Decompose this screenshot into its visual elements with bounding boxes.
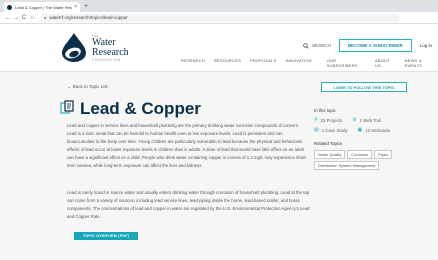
- tool-icon: ⚙: [352, 117, 357, 123]
- water-drop-logo-icon[interactable]: [60, 32, 88, 62]
- search-icon: [303, 42, 309, 49]
- logo-foundation: FOUNDATION: [92, 58, 121, 62]
- stat-row: ⚲ 23 Projects ⚙ 1 Web Tool: [314, 117, 424, 123]
- nav-about-us[interactable]: ABOUT US: [375, 58, 396, 68]
- reload-icon[interactable]: C: [20, 15, 28, 21]
- nav-resources[interactable]: RESOURCES: [214, 58, 241, 68]
- tag-distribution-system-management[interactable]: Distribution System Management: [314, 161, 380, 170]
- new-tab-button[interactable]: +: [84, 2, 88, 12]
- topic-sidebar: In this topic ⚲ 23 Projects ⚙ 1 Web Tool…: [314, 108, 424, 170]
- source-paragraph: Lead is rarely found in source water and…: [67, 190, 310, 219]
- url-text: waterrf.org/research/topics/lead-copper: [49, 15, 128, 20]
- stat-case-study[interactable]: ▤ 1 Case Study: [314, 127, 348, 133]
- lock-icon: ●: [44, 15, 47, 20]
- address-bar[interactable]: ● waterrf.org/research/topics/lead-coppe…: [40, 13, 400, 22]
- browser-tabbar: Lead & Copper | The Water Rese... × +: [0, 0, 438, 12]
- login-link[interactable]: Log in: [420, 43, 432, 48]
- search-label: SEARCH: [312, 43, 331, 48]
- subscribe-button[interactable]: BECOME A SUBSCRIBER: [338, 39, 412, 52]
- site-logo[interactable]: THE Water Research FOUNDATION: [92, 35, 129, 63]
- case-study-icon: ▤: [314, 127, 319, 133]
- browser-tab[interactable]: Lead & Copper | The Water Rese... ×: [4, 2, 80, 12]
- related-topics-heading: Related Topics: [314, 141, 343, 146]
- page-title: Lead & Copper: [80, 99, 201, 118]
- login-to-follow-button[interactable]: LOGIN TO FOLLOW THIS TOPIC: [321, 82, 407, 92]
- stat-projects[interactable]: ⚲ 23 Projects: [314, 117, 342, 123]
- nav-news-events[interactable]: NEWS & EVENTS: [405, 58, 438, 68]
- nav-research[interactable]: RESEARCH: [181, 58, 205, 68]
- stat-label: 1 Web Tool: [359, 117, 381, 123]
- tag-water-quality[interactable]: Water Quality: [314, 150, 346, 159]
- projects-icon: ⚲: [314, 117, 318, 123]
- intro-paragraph: Lead and copper in service lines and hou…: [67, 123, 308, 168]
- logo-research: Research: [92, 47, 129, 58]
- main-nav: RESEARCH RESOURCES PROPOSALS INNOVATION …: [181, 58, 438, 68]
- nav-secondary: OUR SUBSCRIBERS ABOUT US NEWS & EVENTS: [327, 58, 438, 68]
- back-arrow-icon[interactable]: ←: [4, 15, 12, 21]
- nav-proposals[interactable]: PROPOSALS: [250, 58, 276, 68]
- tag-corrosion[interactable]: Corrosion: [347, 150, 373, 159]
- home-icon[interactable]: ⌂: [28, 15, 36, 21]
- search-link[interactable]: SEARCH: [303, 42, 331, 49]
- related-topics: Related Topics Water Quality Corrosion P…: [314, 141, 424, 170]
- tab-title: Lead & Copper | The Water Rese...: [15, 4, 73, 10]
- stat-webcasts[interactable]: ▣ 12 Webcasts: [358, 127, 391, 133]
- stat-web-tool[interactable]: ⚙ 1 Web Tool: [352, 117, 381, 123]
- in-this-topic-heading: In this topic: [314, 108, 336, 113]
- stat-label: 12 Webcasts: [365, 127, 391, 133]
- header-utility: SEARCH BECOME A SUBSCRIBER Log in: [303, 39, 432, 52]
- back-to-topic-list-link[interactable]: ← Back to Topic List: [67, 84, 108, 89]
- stat-label: 1 Case Study: [321, 127, 348, 133]
- related-topic-tags: Water Quality Corrosion Pipes Distributi…: [314, 150, 424, 170]
- tag-pipes[interactable]: Pipes: [374, 150, 393, 159]
- forward-arrow-icon[interactable]: →: [12, 15, 20, 21]
- browser-toolbar: ← → C ⌂ ● waterrf.org/research/topics/le…: [0, 12, 438, 24]
- nav-innovation[interactable]: INNOVATION: [285, 58, 311, 68]
- document-topic-icon: [60, 100, 74, 114]
- stat-row: ▤ 1 Case Study ▣ 12 Webcasts: [314, 127, 424, 133]
- topic-overview-pdf-button[interactable]: TOPIC OVERVIEW [PDF]: [74, 232, 138, 240]
- close-tab-icon[interactable]: ×: [74, 4, 77, 10]
- favicon-icon: [7, 4, 12, 10]
- stat-label: 23 Projects: [320, 117, 343, 123]
- nav-our-subscribers[interactable]: OUR SUBSCRIBERS: [327, 58, 366, 68]
- webcast-icon: ▣: [357, 127, 363, 133]
